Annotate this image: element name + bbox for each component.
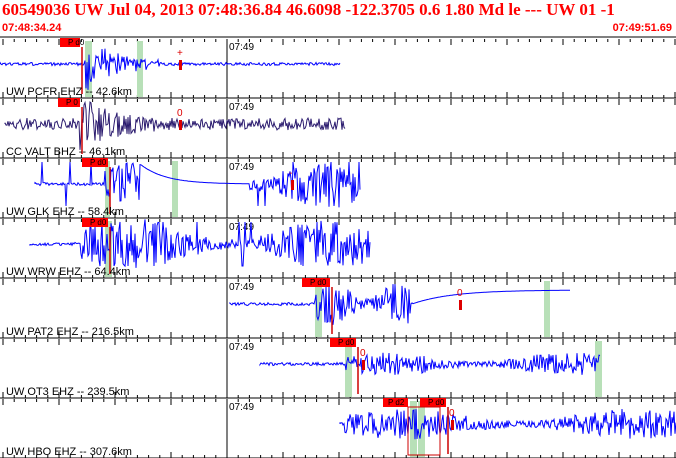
minute-label: 07:49	[229, 162, 254, 173]
trace-label: UW PCFR EHZ -- 42.6km	[6, 86, 132, 98]
waveforms	[0, 48, 676, 440]
minute-label: 07:49	[229, 282, 254, 293]
aux-pick-mark: 0	[449, 408, 455, 419]
aux-pick-mark: 0	[360, 348, 366, 359]
trace-label: UW OT3 EHZ -- 239.5km	[6, 386, 129, 398]
trace-label: UW GLK EHZ -- 58.4km	[6, 206, 124, 218]
aux-pick-mark: 0	[177, 108, 183, 119]
trace-label: UW WRW EHZ -- 64.4km	[6, 266, 130, 278]
aux-pick-mark: -	[289, 168, 292, 179]
waveform-trace	[259, 352, 601, 376]
pick-band	[137, 41, 143, 97]
seismogram-panel[interactable]: 07:4907:4907:4907:4907:4907:4907:49 P d0…	[0, 0, 676, 458]
pick-flag-label: P d0	[310, 278, 327, 287]
minute-label: 07:49	[229, 102, 254, 113]
pick-flag-label: P d0	[90, 158, 107, 167]
trace-label: UW PAT2 EHZ -- 216.5km	[6, 326, 134, 338]
waveform-trace	[4, 100, 346, 150]
pick-band	[544, 281, 550, 337]
aux-pick-bar[interactable]	[179, 120, 182, 130]
trace-label: UW HBO EHZ -- 307.6km	[6, 446, 132, 458]
pick-flag-label: P d0	[338, 338, 355, 347]
minute-label: 07:49	[229, 402, 254, 413]
waveform-trace	[34, 161, 361, 208]
minute-label: 07:49	[229, 42, 254, 53]
aux-pick-bar[interactable]	[451, 420, 454, 430]
pick-flag-label-2: P d2	[388, 398, 405, 407]
aux-pick-bar[interactable]	[291, 180, 294, 190]
pick-flag-label: P d0	[90, 218, 107, 227]
aux-pick-mark: 0	[457, 288, 463, 299]
pick-flag-label: P 0	[66, 98, 78, 107]
trace-label: CC VALT BHZ -- 46.1km	[6, 146, 125, 158]
minute-label: 07:49	[229, 342, 254, 353]
waveform-trace	[0, 48, 341, 90]
pick-flag-label: P d0	[68, 38, 85, 47]
pick-band	[172, 161, 178, 217]
aux-pick-bar[interactable]	[179, 60, 182, 70]
pick-flag-label: P d0	[428, 398, 445, 407]
waveform-trace	[339, 408, 676, 440]
aux-pick-mark: +	[177, 48, 183, 59]
pick-band	[595, 341, 602, 397]
waveform-trace	[229, 284, 570, 325]
aux-pick-bar[interactable]	[362, 360, 365, 370]
aux-pick-bar[interactable]	[459, 300, 462, 310]
waveform-trace	[29, 219, 371, 268]
